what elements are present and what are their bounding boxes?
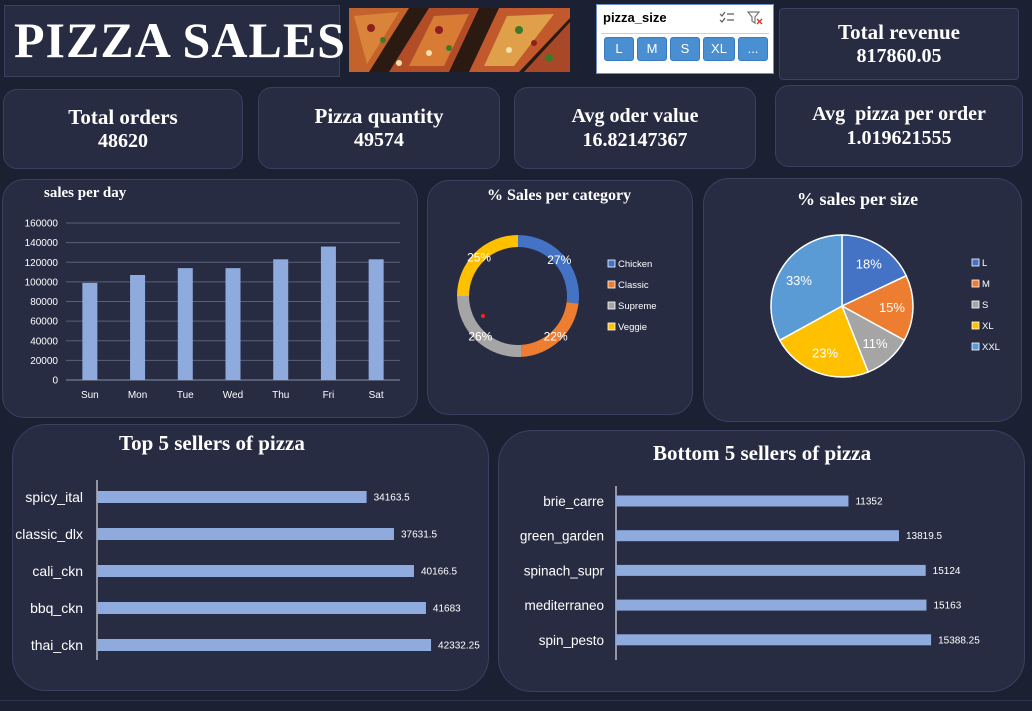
- sales-per-category-title: % Sales per category: [487, 187, 632, 204]
- sales-per-size-title: % sales per size: [797, 189, 919, 209]
- top-sellers-title: Top 5 sellers of pizza: [119, 431, 305, 455]
- bottom-sellers-card: [498, 430, 1025, 692]
- top-sellers-card: [12, 424, 489, 691]
- sales-per-size-card: [703, 178, 1022, 422]
- sheet-bottom-edge: [0, 700, 1032, 711]
- sales-per-category-card: [427, 180, 693, 415]
- bottom-sellers-title: Bottom 5 sellers of pizza: [653, 441, 872, 465]
